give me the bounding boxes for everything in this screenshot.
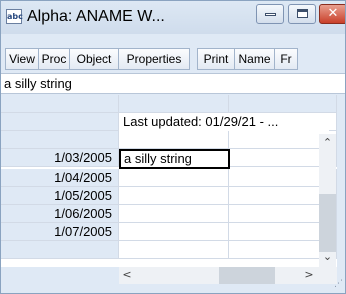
row-label[interactable]: 1/03/2005 <box>1 149 119 167</box>
alpha-series-window: abc Alpha: ANAME W... ✕ View Proc Object… <box>0 0 346 294</box>
name-button[interactable]: Name <box>234 48 275 70</box>
table-row: 1/06/2005 <box>1 205 337 223</box>
proc-button[interactable]: Proc <box>38 48 70 70</box>
table-cell[interactable] <box>119 169 229 187</box>
blank-row <box>1 131 337 149</box>
scroll-right-icon[interactable]: > <box>303 268 315 281</box>
freeze-button[interactable]: Fr <box>274 48 298 70</box>
table-row: 1/04/2005 <box>1 169 337 187</box>
column-header-row <box>1 95 337 113</box>
last-updated-text: Last updated: 01/29/21 - ... <box>119 113 329 131</box>
table-row: 1/05/2005 <box>1 187 337 205</box>
status-bar <box>1 284 345 293</box>
scroll-left-icon[interactable]: < <box>121 268 133 281</box>
table-cell[interactable] <box>119 131 229 149</box>
table-row <box>1 241 337 259</box>
vertical-scrollbar[interactable]: ⌃ ⌄ <box>319 134 336 267</box>
properties-button[interactable]: Properties <box>118 48 190 70</box>
edit-line[interactable]: a silly string <box>1 73 345 94</box>
row-label[interactable]: 1/04/2005 <box>1 169 119 187</box>
corner-cell[interactable] <box>1 95 119 113</box>
horizontal-scroll-thumb[interactable] <box>219 267 275 284</box>
table-cell[interactable] <box>119 241 229 259</box>
object-button[interactable]: Object <box>69 48 119 70</box>
title-bar[interactable]: abc Alpha: ANAME W... ✕ <box>1 1 345 34</box>
table-row: 1/07/2005 <box>1 223 337 241</box>
spreadsheet-grid: Last updated: 01/29/21 - ... 1/03/2005 a… <box>1 95 337 267</box>
maximize-button[interactable] <box>288 4 316 24</box>
table-cell[interactable] <box>119 223 229 241</box>
edit-line-value[interactable]: a silly string <box>4 76 72 91</box>
row-label[interactable]: 1/05/2005 <box>1 187 119 205</box>
table-cell[interactable] <box>119 187 229 205</box>
table-row: 1/03/2005 a silly string <box>1 149 337 169</box>
column-header-empty[interactable] <box>229 95 337 113</box>
column-header[interactable] <box>119 95 229 113</box>
row-label[interactable]: 1/06/2005 <box>1 205 119 223</box>
row-label-empty[interactable] <box>1 113 119 131</box>
view-button[interactable]: View <box>5 48 39 70</box>
row-label-empty[interactable] <box>1 131 119 149</box>
close-button[interactable]: ✕ <box>319 4 345 24</box>
row-label[interactable]: 1/07/2005 <box>1 223 119 241</box>
row-label-empty[interactable] <box>1 241 119 259</box>
alpha-series-icon: abc <box>6 9 23 24</box>
close-icon: ✕ <box>327 6 339 21</box>
horizontal-scrollbar[interactable]: < > <box>119 267 337 284</box>
minimize-button[interactable] <box>256 4 284 24</box>
minimize-icon <box>265 13 276 16</box>
scroll-up-icon[interactable]: ⌃ <box>319 136 336 149</box>
window-title: Alpha: ANAME W... <box>27 8 165 25</box>
resize-grip-icon[interactable]: ⋰ <box>334 279 343 289</box>
maximize-icon <box>297 9 308 18</box>
scroll-down-icon[interactable]: ⌄ <box>319 250 336 263</box>
print-button[interactable]: Print <box>197 48 235 70</box>
info-row: Last updated: 01/29/21 - ... <box>1 113 337 131</box>
selected-cell[interactable]: a silly string <box>119 149 230 169</box>
table-cell[interactable] <box>119 205 229 223</box>
vertical-scroll-thumb[interactable] <box>319 194 336 252</box>
